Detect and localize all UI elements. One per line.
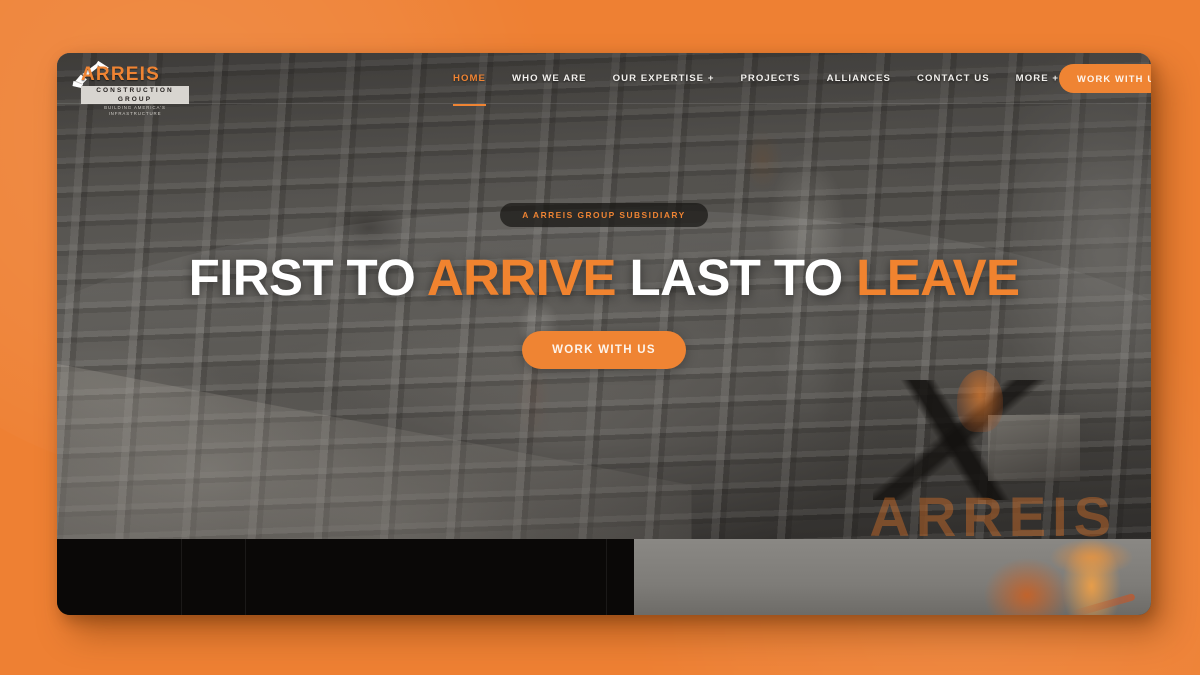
headline-accent-leave: LEAVE bbox=[856, 249, 1020, 306]
hero-headline: FIRST TO ARRIVE LAST TO LEAVE bbox=[189, 252, 1020, 303]
logo-subtitle: CONSTRUCTION GROUP bbox=[81, 85, 189, 104]
nav-item-more[interactable]: MORE + bbox=[1016, 60, 1059, 97]
next-section-preview bbox=[57, 539, 1151, 615]
nav-item-alliances[interactable]: ALLIANCES bbox=[827, 60, 891, 97]
next-panel-photo bbox=[634, 539, 1151, 615]
headline-part-1: FIRST TO bbox=[188, 249, 427, 306]
main-navigation: HOME WHO WE ARE OUR EXPERTISE + PROJECTS… bbox=[453, 60, 1059, 106]
next-panel-2 bbox=[181, 539, 245, 615]
hero-work-with-us-button[interactable]: WORK WITH US bbox=[522, 331, 686, 369]
next-panel-3 bbox=[245, 539, 606, 615]
logo-tagline: BUILDING AMERICA'S INFRASTRUCTURE bbox=[104, 105, 166, 116]
logo-wordmark: ARREIS bbox=[81, 63, 160, 85]
hero-content: A ARREIS GROUP SUBSIDIARY FIRST TO ARRIV… bbox=[57, 203, 1151, 369]
nav-item-contact-us[interactable]: CONTACT US bbox=[917, 60, 990, 97]
headline-accent-arrive: ARRIVE bbox=[426, 249, 617, 306]
nav-item-who-we-are[interactable]: WHO WE ARE bbox=[512, 60, 587, 97]
site-logo[interactable]: ARREIS CONSTRUCTION GROUP BUILDING AMERI… bbox=[71, 57, 195, 116]
site-header: ARREIS CONSTRUCTION GROUP BUILDING AMERI… bbox=[57, 53, 1151, 116]
page-root: ARREIS ARREIS CONSTRUCTION GROUP BUILDIN… bbox=[0, 0, 1200, 675]
nav-item-our-expertise[interactable]: OUR EXPERTISE + bbox=[613, 60, 715, 97]
nav-item-projects[interactable]: PROJECTS bbox=[740, 60, 800, 97]
next-panel-1 bbox=[57, 539, 181, 615]
next-panel-4 bbox=[606, 539, 634, 615]
nav-item-home[interactable]: HOME bbox=[453, 60, 486, 106]
logo-text-block: ARREIS CONSTRUCTION GROUP BUILDING AMERI… bbox=[81, 65, 199, 118]
headline-part-2: LAST TO bbox=[615, 249, 857, 306]
header-work-with-us-button[interactable]: WORK WITH US bbox=[1059, 64, 1151, 93]
subsidiary-badge: A ARREIS GROUP SUBSIDIARY bbox=[500, 203, 708, 227]
website-mockup-frame: ARREIS ARREIS CONSTRUCTION GROUP BUILDIN… bbox=[57, 53, 1151, 615]
